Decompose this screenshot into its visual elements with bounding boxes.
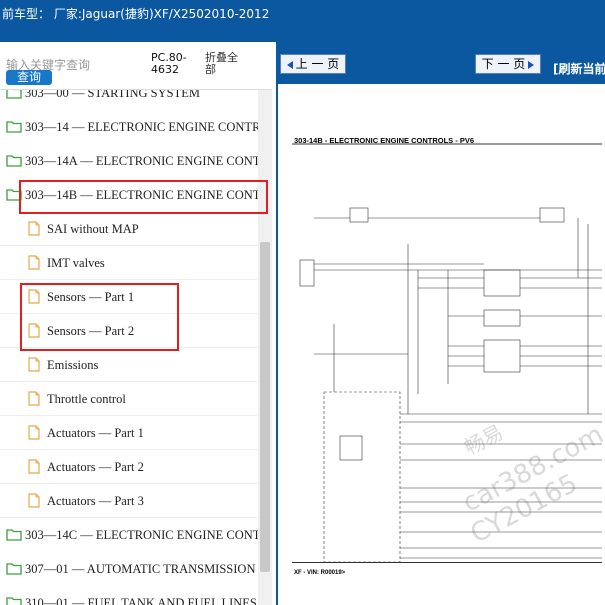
collapse-all-link[interactable]: 折叠全部 <box>205 52 247 76</box>
tree-item-label: Throttle control <box>47 392 126 406</box>
tree-file-item[interactable]: Actuators — Part 3 <box>0 484 258 518</box>
tree-file-item[interactable]: Sensors — Part 2 <box>0 314 258 348</box>
diagram-footer: XF - VIN: R00019> <box>294 570 346 576</box>
tree-folder-item[interactable]: 303—14A — ELECTRONIC ENGINE CONTROLS <box>0 144 258 178</box>
tree-folder-item[interactable]: 303—14B — ELECTRONIC ENGINE CONTROLS <box>0 178 258 212</box>
tree-item-label: Sensors — Part 2 <box>47 324 135 338</box>
tree-folder-item[interactable]: 307—01 — AUTOMATIC TRANSMISSION <box>0 552 258 586</box>
tree-item-label: Sensors — Part 1 <box>47 290 135 304</box>
tree-item-label: Actuators — Part 3 <box>47 494 144 508</box>
vehicle-title: 前车型： 厂家:Jaguar(捷豹)XF/X2502010-2012 <box>2 7 270 21</box>
viewer-toolbar: 上 一 页 下 一 页 [刷新当前页] <box>278 42 605 84</box>
diagram-title: 303-14B - ELECTRONIC ENGINE CONTROLS - P… <box>294 136 475 145</box>
tree-file-item[interactable]: Emissions <box>0 348 258 382</box>
tree-folder-item[interactable]: 303—00 — STARTING SYSTEM <box>0 90 258 110</box>
left-navigation-panel: 输入关键字查询 查询 PC.80-4632 折叠全部 303—00 — STAR… <box>0 42 272 605</box>
top-header-bar: 前车型： 厂家:Jaguar(捷豹)XF/X2502010-2012 <box>0 0 605 42</box>
tree-file-item[interactable]: IMT valves <box>0 246 258 280</box>
document-icon <box>28 493 40 508</box>
tree-item-label: 303—14B — ELECTRONIC ENGINE CONTROLS <box>25 188 258 202</box>
next-page-button[interactable]: 下 一 页 <box>475 54 541 74</box>
wiring-diagram-page: 303-14B - ELECTRONIC ENGINE CONTROLS - P… <box>278 84 605 605</box>
document-icon <box>28 255 40 270</box>
wiring-diagram <box>292 143 602 563</box>
search-button[interactable]: 查询 <box>6 70 52 85</box>
tree-item-label: IMT valves <box>47 256 105 270</box>
tree-item-label: Emissions <box>47 358 99 372</box>
tree-file-item[interactable]: Sensors — Part 1 <box>0 280 258 314</box>
folder-icon <box>6 597 22 605</box>
document-icon <box>28 357 40 372</box>
document-icon <box>28 323 40 338</box>
tree-folder-item[interactable]: 310—01 — FUEL TANK AND FUEL LINES <box>0 586 258 605</box>
document-icon <box>28 459 40 474</box>
tree-item-label: 303—14 — ELECTRONIC ENGINE CONTROLS <box>25 120 258 134</box>
tree-item-label: 303—14A — ELECTRONIC ENGINE CONTROLS <box>25 154 258 168</box>
tree-file-item[interactable]: Actuators — Part 2 <box>0 450 258 484</box>
tree-item-label: 310—01 — FUEL TANK AND FUEL LINES <box>25 596 257 605</box>
tree-item-label: Actuators — Part 1 <box>47 426 144 440</box>
prev-page-label: 上 一 页 <box>295 57 340 71</box>
left-arrow-icon <box>286 60 293 69</box>
folder-icon <box>6 90 22 99</box>
tree-file-item[interactable]: SAI without MAP <box>0 212 258 246</box>
tree-scrollbar-thumb[interactable] <box>260 242 270 572</box>
tree-folder-item[interactable]: 303—14C — ELECTRONIC ENGINE CONTROLS <box>0 518 258 552</box>
right-arrow-icon <box>528 60 535 69</box>
section-tree: 303—00 — STARTING SYSTEM 303—14 — ELECTRO… <box>0 90 258 605</box>
document-icon <box>28 391 40 406</box>
folder-open-icon <box>6 189 22 201</box>
document-icon <box>28 289 40 304</box>
tree-item-label: 303—00 — STARTING SYSTEM <box>25 90 200 100</box>
folder-icon <box>6 155 22 167</box>
footer-divider <box>292 562 602 563</box>
tree-file-item[interactable]: Throttle control <box>0 382 258 416</box>
document-viewer: 上 一 页 下 一 页 [刷新当前页] <box>276 42 605 605</box>
document-icon <box>28 221 40 236</box>
folder-icon <box>6 563 22 575</box>
search-bar: 输入关键字查询 查询 PC.80-4632 折叠全部 <box>0 42 272 90</box>
tree-item-label: 303—14C — ELECTRONIC ENGINE CONTROLS <box>25 528 258 542</box>
pc-code-label: PC.80-4632 <box>151 51 187 76</box>
folder-icon <box>6 121 22 133</box>
tree-file-item[interactable]: Actuators — Part 1 <box>0 416 258 450</box>
tree-item-label: Actuators — Part 2 <box>47 460 144 474</box>
refresh-page-link[interactable]: [刷新当前页] <box>553 60 605 77</box>
tree-item-label: SAI without MAP <box>47 222 139 236</box>
tree-folder-item[interactable]: 303—14 — ELECTRONIC ENGINE CONTROLS <box>0 110 258 144</box>
prev-page-button[interactable]: 上 一 页 <box>280 54 346 74</box>
next-page-label: 下 一 页 <box>481 57 526 71</box>
folder-icon <box>6 529 22 541</box>
document-icon <box>28 425 40 440</box>
tree-item-label: 307—01 — AUTOMATIC TRANSMISSION <box>25 562 256 576</box>
